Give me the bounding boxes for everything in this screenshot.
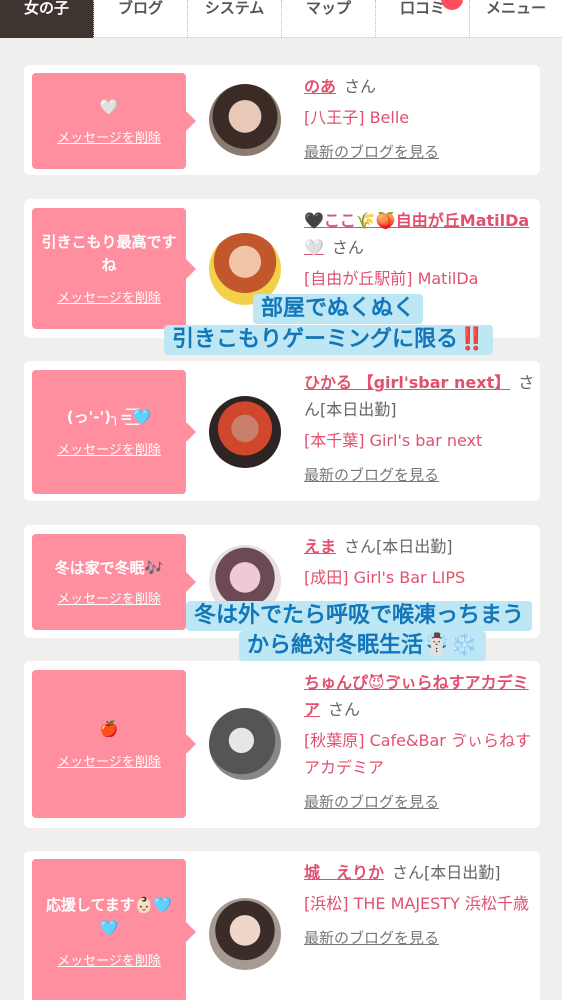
girl-card: 🍎 メッセージを削除 ちゅんぴ😈ゔぃらねすアカデミア さん [秋葉原] Cafe&…: [24, 661, 540, 828]
message-bubble: (っ'-')╮=͟͟͞͞🩵 メッセージを削除: [32, 370, 196, 494]
girl-card: 応援してます👶🏻🩵🩵 メッセージを削除 城 えりか さん[本日出勤] [浜松] T…: [24, 851, 540, 1000]
tab-label: 口コミ: [399, 0, 445, 17]
name-line: えま さん[本日出勤]: [304, 533, 536, 560]
name-line: 城 えりか さん[本日出勤]: [304, 859, 536, 886]
shop-info: [成田] Girl's Bar LIPS: [304, 568, 466, 587]
girl-name-link[interactable]: ひかる 【girl'sbar next】: [304, 373, 510, 392]
bubble-message: 🍎: [99, 720, 119, 738]
avatar[interactable]: [209, 396, 281, 468]
avatar[interactable]: [209, 84, 281, 156]
delete-message-link[interactable]: メッセージを削除: [57, 127, 161, 146]
name-line: ちゅんぴ😈ゔぃらねすアカデミア さん: [304, 669, 536, 723]
tab-label: システム: [204, 0, 265, 17]
tab-system[interactable]: システム: [188, 0, 282, 38]
shop-info: [本千葉] Girl's bar next: [304, 431, 483, 450]
caption-line: 冬は外でたら呼吸で喉凍っちまう: [186, 601, 533, 631]
latest-blog-link[interactable]: 最新のブログを見る: [304, 927, 536, 948]
girl-info: 城 えりか さん[本日出勤] [浜松] THE MAJESTY 浜松千歳 最新のブ…: [304, 859, 536, 948]
name-suffix: さん: [331, 238, 364, 257]
work-status: [本日出勤]: [320, 400, 397, 419]
work-status: [本日出勤]: [376, 537, 453, 556]
girl-name-link[interactable]: 城 えりか: [304, 863, 384, 882]
latest-blog-link[interactable]: 最新のブログを見る: [304, 141, 536, 162]
caption-line: 引きこもりゲーミングに限る‼️: [164, 325, 494, 355]
tab-girls[interactable]: 女の子: [0, 0, 94, 38]
caption-line: から絶対冬眠生活☃️❄️: [239, 631, 486, 661]
tab-label: ブログ: [117, 0, 163, 17]
girl-name-link[interactable]: えま: [304, 537, 336, 556]
delete-message-link[interactable]: メッセージを削除: [57, 287, 161, 306]
delete-message-link[interactable]: メッセージを削除: [57, 439, 161, 458]
shop-info: [八王子] Belle: [304, 108, 410, 127]
message-bubble: 引きこもり最高ですね メッセージを削除: [32, 208, 196, 329]
latest-blog-link[interactable]: 最新のブログを見る: [304, 464, 536, 485]
bubble-message: 引きこもり最高ですね: [41, 233, 177, 274]
work-status: [本日出勤]: [424, 863, 501, 882]
tab-label: メニュー: [485, 0, 546, 17]
girl-info: ひかる 【girl'sbar next】 さん[本日出勤] [本千葉] Girl'…: [304, 369, 536, 485]
top-navigation: 女の子 ブログ システム マップ 口コミ メニュー: [0, 0, 562, 38]
message-bubble: 🤍 メッセージを削除: [32, 73, 196, 169]
shop-info: [自由が丘駅前] MatilDa: [304, 269, 479, 288]
message-bubble: 応援してます👶🏻🩵🩵 メッセージを削除: [32, 859, 196, 1000]
bubble-message: 冬は家で冬眠🎶: [54, 559, 164, 577]
message-bubble: 🍎 メッセージを削除: [32, 670, 196, 818]
girl-info: 🖤ここ🌾🍑自由が丘MatilDa🤍 さん [自由が丘駅前] MatilDa: [304, 207, 536, 292]
delete-message-link[interactable]: メッセージを削除: [57, 950, 161, 969]
avatar[interactable]: [209, 708, 281, 780]
shop-info: [浜松] THE MAJESTY 浜松千歳: [304, 894, 529, 913]
bubble-message: 応援してます👶🏻🩵🩵: [45, 896, 173, 937]
tab-menu[interactable]: メニュー: [470, 0, 562, 38]
bubble-message: (っ'-')╮=͟͟͞͞🩵: [66, 408, 152, 426]
name-suffix: さん: [392, 863, 425, 882]
name-suffix: さん: [344, 77, 377, 96]
name-suffix: さん: [328, 700, 361, 719]
latest-blog-link[interactable]: 最新のブログを見る: [304, 791, 536, 812]
girl-name-link[interactable]: のあ: [304, 77, 336, 96]
girl-card: (っ'-')╮=͟͟͞͞🩵 メッセージを削除 ひかる 【girl'sbar ne…: [24, 361, 540, 501]
tab-label: 女の子: [23, 0, 69, 17]
girl-info: ちゅんぴ😈ゔぃらねすアカデミア さん [秋葉原] Cafe&Bar ゔぃらねすアカ…: [304, 669, 536, 812]
caption-line: 部屋でぬくぬく: [253, 294, 424, 324]
girl-card: 🤍 メッセージを削除 のあ さん [八王子] Belle 最新のブログを見る: [24, 65, 540, 175]
name-line: のあ さん: [304, 73, 536, 100]
tab-label: マップ: [305, 0, 351, 17]
tab-reviews[interactable]: 口コミ: [376, 0, 470, 38]
name-suffix: さん: [344, 537, 377, 556]
tab-map[interactable]: マップ: [282, 0, 376, 38]
name-line: ひかる 【girl'sbar next】 さん[本日出勤]: [304, 369, 536, 423]
delete-message-link[interactable]: メッセージを削除: [57, 588, 161, 607]
girl-info: えま さん[本日出勤] [成田] Girl's Bar LIPS: [304, 533, 536, 591]
delete-message-link[interactable]: メッセージを削除: [57, 751, 161, 770]
shop-info: [秋葉原] Cafe&Bar ゔぃらねすアカデミア: [304, 731, 531, 777]
girl-info: のあ さん [八王子] Belle 最新のブログを見る: [304, 73, 536, 162]
avatar[interactable]: [209, 898, 281, 970]
bubble-message: 🤍: [99, 98, 119, 116]
message-bubble: 冬は家で冬眠🎶 メッセージを削除: [32, 534, 196, 630]
name-line: 🖤ここ🌾🍑自由が丘MatilDa🤍 さん: [304, 207, 536, 261]
tab-blog[interactable]: ブログ: [94, 0, 188, 38]
